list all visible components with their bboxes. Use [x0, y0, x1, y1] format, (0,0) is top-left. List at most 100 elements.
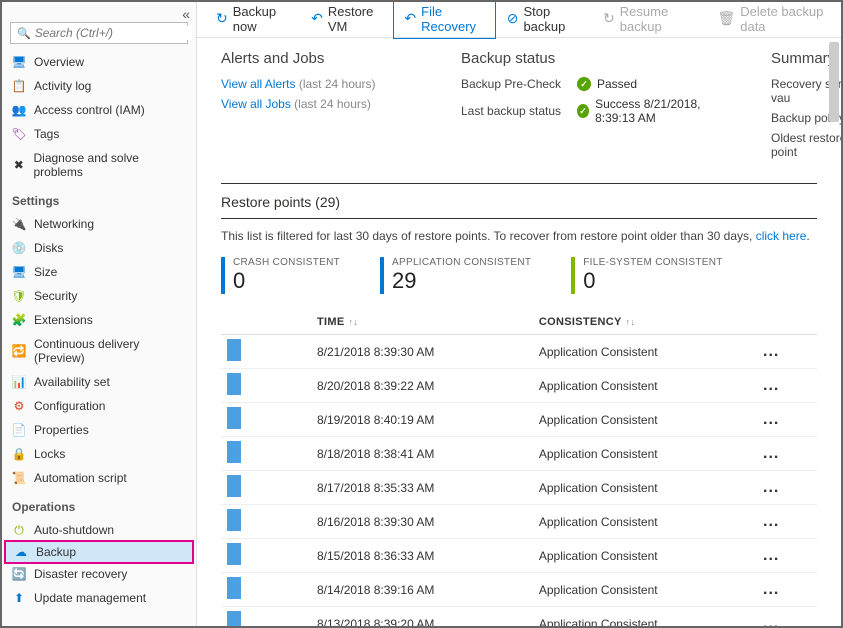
sidebar-item-label: Configuration	[34, 399, 105, 413]
status-value: Success 8/21/2018, 8:39:13 AM	[595, 97, 741, 125]
row-badge-icon	[227, 577, 241, 599]
sidebar-item-size[interactable]: 🖥Size	[2, 260, 196, 284]
row-consistency: Application Consistent	[533, 573, 757, 607]
row-more-button[interactable]: ...	[763, 343, 779, 360]
table-row[interactable]: 8/19/2018 8:40:19 AMApplication Consiste…	[221, 403, 817, 437]
row-more-button[interactable]: ...	[763, 615, 779, 627]
backup-now-button[interactable]: ↻Backup now	[205, 2, 300, 39]
search-input-wrap[interactable]: 🔍	[10, 22, 188, 44]
stat-label: APPLICATION CONSISTENT	[392, 257, 531, 268]
section-settings: Settings	[2, 184, 196, 212]
toolbar-icon: 🗑	[717, 10, 735, 27]
toolbar-label: Stop backup	[523, 4, 581, 34]
toolbar-label: Delete backup data	[740, 4, 830, 34]
sort-icon: ↑↓	[348, 317, 358, 327]
diagnose-and-solve-problems-icon: ✖	[12, 158, 26, 172]
sidebar-item-tags[interactable]: 🏷Tags	[2, 122, 196, 146]
search-input[interactable]	[35, 26, 192, 40]
sidebar-item-diagnose-and-solve-problems[interactable]: ✖ Diagnose and solve problems	[2, 146, 196, 184]
status-value: Passed	[597, 77, 637, 91]
col-time[interactable]: TIME↑↓	[311, 310, 533, 335]
resume-backup-button: ↻Resume backup	[592, 2, 706, 39]
status-heading: Backup status	[461, 50, 741, 67]
row-consistency: Application Consistent	[533, 505, 757, 539]
toolbar-icon: ↶	[311, 10, 323, 27]
sidebar-item-label: Auto-shutdown	[34, 523, 114, 537]
table-row[interactable]: 8/21/2018 8:39:30 AMApplication Consiste…	[221, 335, 817, 369]
sidebar-item-overview[interactable]: 🖥Overview	[2, 50, 196, 74]
disks-icon: 💿	[12, 241, 26, 255]
toolbar-label: Backup now	[233, 4, 289, 34]
stop-backup-button[interactable]: ⊘Stop backup	[496, 2, 592, 39]
sidebar-item-label: Properties	[34, 423, 89, 437]
sidebar-item-access-control-iam-[interactable]: 👥Access control (IAM)	[2, 98, 196, 122]
row-more-button[interactable]: ...	[763, 445, 779, 462]
table-row[interactable]: 8/17/2018 8:35:33 AMApplication Consiste…	[221, 471, 817, 505]
toolbar-label: Resume backup	[620, 4, 696, 34]
alert-line: View all Jobs (last 24 hours)	[221, 97, 431, 111]
file-recovery-button[interactable]: ↶File Recovery	[393, 2, 495, 39]
update-management-icon: ⬆	[12, 591, 26, 605]
toolbar-label: Restore VM	[328, 4, 383, 34]
properties-icon: 📄	[12, 423, 26, 437]
row-consistency: Application Consistent	[533, 607, 757, 627]
row-badge-icon	[227, 475, 241, 497]
sidebar-item-availability-set[interactable]: 📊Availability set	[2, 370, 196, 394]
sidebar-item-label: Availability set	[34, 375, 110, 389]
row-more-button[interactable]: ...	[763, 581, 779, 598]
table-row[interactable]: 8/20/2018 8:39:22 AMApplication Consiste…	[221, 369, 817, 403]
row-more-button[interactable]: ...	[763, 547, 779, 564]
scrollbar-vertical[interactable]	[829, 42, 839, 122]
table-row[interactable]: 8/15/2018 8:36:33 AMApplication Consiste…	[221, 539, 817, 573]
sidebar-item-backup[interactable]: ☁Backup	[4, 540, 194, 564]
row-more-button[interactable]: ...	[763, 411, 779, 428]
row-more-button[interactable]: ...	[763, 377, 779, 394]
sidebar-item-networking[interactable]: 🔌Networking	[2, 212, 196, 236]
row-badge-icon	[227, 509, 241, 531]
sidebar-item-update-management[interactable]: ⬆ Update management	[2, 586, 196, 610]
row-time: 8/18/2018 8:38:41 AM	[311, 437, 533, 471]
sidebar-item-security[interactable]: 🛡Security	[2, 284, 196, 308]
row-time: 8/20/2018 8:39:22 AM	[311, 369, 533, 403]
table-row[interactable]: 8/14/2018 8:39:16 AMApplication Consiste…	[221, 573, 817, 607]
row-time: 8/16/2018 8:39:30 AM	[311, 505, 533, 539]
row-time: 8/15/2018 8:36:33 AM	[311, 539, 533, 573]
sidebar: « 🔍 🖥Overview📋Activity log👥Access contro…	[2, 2, 197, 626]
collapse-sidebar-icon[interactable]: «	[182, 6, 190, 22]
row-consistency: Application Consistent	[533, 437, 757, 471]
toolbar-icon: ⊘	[507, 10, 519, 27]
sidebar-item-label: Diagnose and solve problems	[34, 151, 187, 179]
row-more-button[interactable]: ...	[763, 479, 779, 496]
sidebar-item-label: Locks	[34, 447, 65, 461]
locks-icon: 🔒	[12, 447, 26, 461]
activity-log-icon: 📋	[12, 79, 26, 93]
row-more-button[interactable]: ...	[763, 513, 779, 530]
sidebar-item-label: Tags	[34, 127, 59, 141]
col-consistency[interactable]: CONSISTENCY↑↓	[533, 310, 757, 335]
stats-row: CRASH CONSISTENT0APPLICATION CONSISTENT2…	[221, 257, 817, 294]
table-row[interactable]: 8/16/2018 8:39:30 AMApplication Consiste…	[221, 505, 817, 539]
row-badge-icon	[227, 339, 241, 361]
sidebar-item-extensions[interactable]: 🧩Extensions	[2, 308, 196, 332]
alerts-link[interactable]: View all Jobs	[221, 97, 291, 111]
sidebar-item-disks[interactable]: 💿Disks	[2, 236, 196, 260]
click-here-link[interactable]: click here	[756, 229, 807, 243]
restore-vm-button[interactable]: ↶ Restore VM	[300, 2, 393, 39]
sidebar-item-activity-log[interactable]: 📋Activity log	[2, 74, 196, 98]
stat-value: 0	[233, 268, 340, 294]
sidebar-item-configuration[interactable]: ⚙Configuration	[2, 394, 196, 418]
col-blank	[757, 310, 817, 335]
sidebar-item-disaster-recovery[interactable]: 🔄Disaster recovery	[2, 562, 196, 586]
sidebar-item-locks[interactable]: 🔒 Locks	[2, 442, 196, 466]
sidebar-item-automation-script[interactable]: 📜Automation script	[2, 466, 196, 490]
alerts-link[interactable]: View all Alerts	[221, 77, 295, 91]
row-consistency: Application Consistent	[533, 403, 757, 437]
sidebar-item-auto-shutdown[interactable]: ⏻Auto-shutdown	[2, 518, 196, 542]
table-row[interactable]: 8/13/2018 8:39:20 AMApplication Consiste…	[221, 607, 817, 627]
row-consistency: Application Consistent	[533, 369, 757, 403]
table-row[interactable]: 8/18/2018 8:38:41 AMApplication Consiste…	[221, 437, 817, 471]
row-time: 8/17/2018 8:35:33 AM	[311, 471, 533, 505]
sidebar-item-continuous-delivery-preview-[interactable]: 🔁Continuous delivery (Preview)	[2, 332, 196, 370]
sidebar-item-label: Update management	[34, 591, 146, 605]
sidebar-item-properties[interactable]: 📄 Properties	[2, 418, 196, 442]
